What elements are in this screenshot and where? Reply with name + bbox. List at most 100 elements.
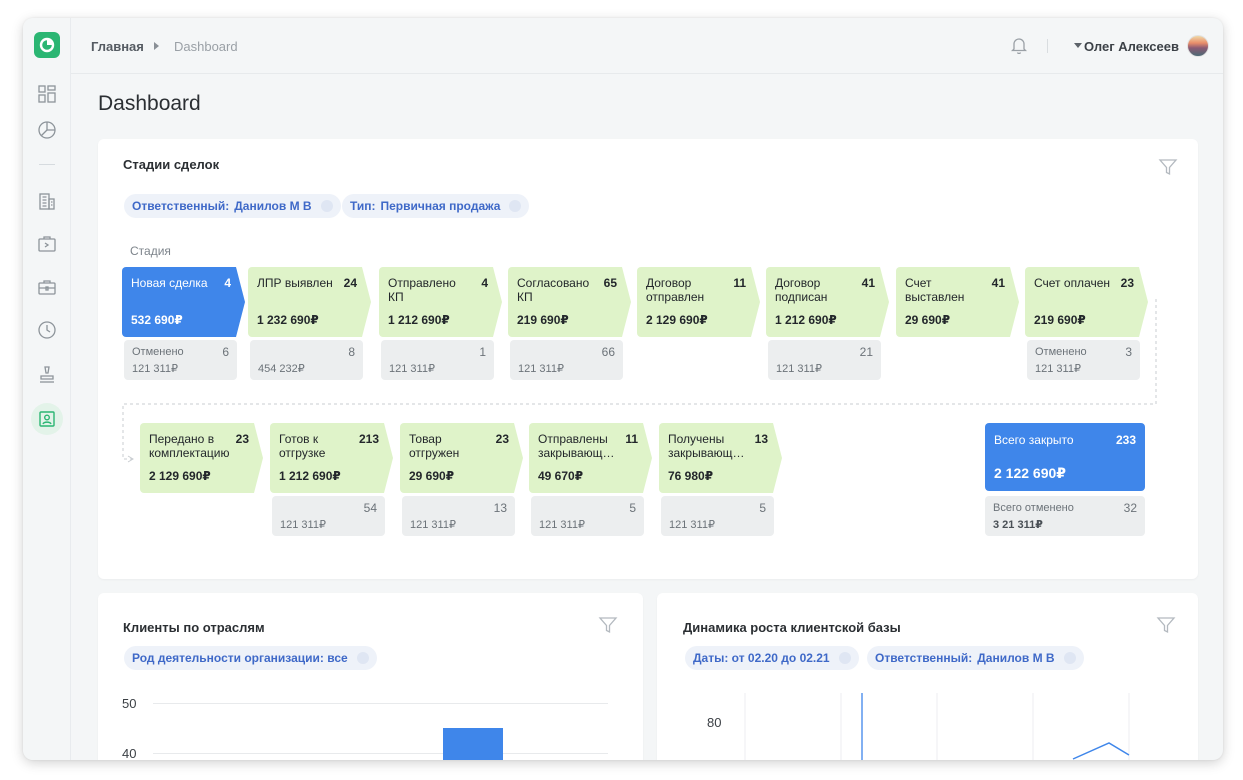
stage-card[interactable]: Отправлено КП 4 1 212 690₽ [379, 267, 502, 337]
filter-icon[interactable] [1158, 157, 1178, 177]
stage-name: Договор отправлен [646, 276, 705, 304]
stage-sum: 219 690₽ [517, 313, 569, 327]
contact-card-icon[interactable] [31, 403, 63, 435]
filter-chip-dates[interactable]: Даты: от 02.20 до 02.21 [685, 646, 859, 670]
stage-card[interactable]: Согласовано КП 65 219 690₽ [508, 267, 631, 337]
cancelled-count: 6 [222, 345, 229, 359]
stage-card[interactable]: Отправлены закрывающ… 11 49 670₽ [529, 423, 652, 493]
notification-bell-icon[interactable] [1010, 36, 1028, 59]
stage-name: Отправлены закрывающ… [538, 432, 615, 460]
building-icon[interactable] [35, 189, 59, 213]
user-name[interactable]: Олег Алексеев [1084, 39, 1179, 54]
stage-card[interactable]: ЛПР выявлен 24 1 232 690₽ [248, 267, 371, 337]
stamp-icon[interactable] [35, 362, 59, 386]
filter-icon[interactable] [598, 615, 618, 635]
stage-name: Товар отгружен [409, 432, 460, 460]
stage-card[interactable]: Договор отправлен 11 2 129 690₽ [637, 267, 760, 337]
chip-label: Ответственный: [132, 199, 230, 213]
cancelled-sum: 454 232₽ [258, 363, 305, 375]
total-closed-card[interactable]: Всего закрыто 233 2 122 690₽ [985, 423, 1145, 491]
page-title: Dashboard [98, 92, 201, 115]
chip-remove-icon[interactable] [509, 200, 522, 212]
cancelled-sum: 121 311₽ [1035, 363, 1081, 375]
chip-remove-icon[interactable] [356, 652, 369, 664]
stage-count: 23 [235, 432, 249, 446]
stage-cancelled-box: 1 121 311₽ [381, 340, 494, 380]
breadcrumb-current: Dashboard [174, 39, 238, 54]
client-growth-card: Динамика роста клиентской базы Даты: от … [657, 593, 1198, 760]
stage-card[interactable]: Счет оплачен 23 219 690₽ [1025, 267, 1148, 337]
y-tick-label: 80 [707, 715, 722, 730]
chip-remove-icon[interactable] [1063, 652, 1076, 664]
stage-count: 4 [481, 276, 488, 290]
growth-line-chart [744, 693, 1130, 760]
stage-name: Готов к отгрузке [279, 432, 326, 460]
gridline [153, 703, 608, 704]
stage-count: 24 [343, 276, 357, 290]
stage-card[interactable]: Новая сделка 4 532 690₽ [122, 267, 245, 337]
stage-card[interactable]: Счет выставлен 41 29 690₽ [896, 267, 1019, 337]
pie-chart-icon[interactable] [35, 118, 59, 142]
terminal-folder-icon[interactable] [35, 232, 59, 256]
stage-count: 41 [991, 276, 1005, 290]
filter-chip-responsible[interactable]: Ответственный: Данилов М В [124, 194, 341, 218]
cancelled-count: 5 [759, 501, 766, 515]
y-tick-label: 50 [122, 696, 137, 711]
stage-sum: 29 690₽ [905, 313, 951, 327]
filter-chip-industry[interactable]: Род деятельности организации: все [124, 646, 377, 670]
stage-name: Новая сделка [131, 276, 208, 290]
bar[interactable] [443, 728, 503, 760]
sidebar [23, 18, 71, 760]
filter-chip-type[interactable]: Тип: Первичная продажа [342, 194, 530, 218]
stage-cancelled-box: 5 121 311₽ [531, 496, 644, 536]
stage-count: 65 [603, 276, 617, 290]
stage-name: Передано в комплектацию [149, 432, 230, 460]
stage-count: 213 [358, 432, 379, 446]
briefcase-icon[interactable] [35, 275, 59, 299]
stage-card[interactable]: Товар отгружен 23 29 690₽ [400, 423, 523, 493]
stage-count: 23 [495, 432, 509, 446]
chip-remove-icon[interactable] [320, 200, 333, 212]
stage-sum: 219 690₽ [1034, 313, 1086, 327]
stage-column-label: Стадия [130, 244, 171, 258]
stage-sum: 532 690₽ [131, 313, 183, 327]
filter-icon[interactable] [1156, 615, 1176, 635]
total-cancelled-label: Всего отменено [993, 502, 1074, 514]
cancelled-sum: 121 311₽ [389, 363, 435, 375]
gridline [153, 753, 608, 754]
stage-count: 23 [1120, 276, 1134, 290]
avatar[interactable] [1187, 35, 1209, 57]
sidebar-divider [39, 164, 55, 165]
stage-card[interactable]: Договор подписан 41 1 212 690₽ [766, 267, 889, 337]
stage-count: 11 [733, 276, 746, 290]
cancelled-sum: 121 311₽ [410, 519, 456, 531]
app-window: Главная Dashboard Олег Алексеев Dashboar… [23, 18, 1223, 760]
chip-remove-icon[interactable] [838, 652, 851, 664]
stage-sum: 2 129 690₽ [149, 469, 211, 483]
stage-cancelled-box: 54 121 311₽ [272, 496, 385, 536]
stage-card[interactable]: Получены закрывающ… 13 76 980₽ [659, 423, 782, 493]
breadcrumb-separator-icon [154, 42, 159, 50]
dashboard-icon[interactable] [35, 82, 59, 106]
total-closed-count: 233 [1115, 433, 1136, 447]
cancelled-sum: 121 311₽ [669, 519, 715, 531]
stage-card[interactable]: Передано в комплектацию 23 2 129 690₽ [140, 423, 263, 493]
stage-name: Договор подписан [775, 276, 828, 304]
user-menu-caret-icon[interactable] [1074, 43, 1082, 48]
clock-icon[interactable] [35, 318, 59, 342]
chip-value: Данилов М В [977, 651, 1055, 665]
cancelled-count: 66 [601, 345, 615, 359]
header-divider [1047, 39, 1048, 53]
cancelled-count: 5 [629, 501, 636, 515]
app-logo[interactable] [34, 32, 60, 58]
cancelled-sum: 121 311₽ [280, 519, 326, 531]
stage-cancelled-box: 21 121 311₽ [768, 340, 881, 380]
filter-chip-responsible[interactable]: Ответственный: Данилов М В [867, 646, 1084, 670]
stage-name: Счет оплачен [1034, 276, 1111, 290]
stage-card[interactable]: Готов к отгрузке 213 1 212 690₽ [270, 423, 393, 493]
total-closed-sum: 2 122 690₽ [994, 465, 1067, 481]
breadcrumb-home[interactable]: Главная [91, 39, 144, 54]
stage-sum: 1 212 690₽ [279, 469, 341, 483]
total-cancelled-card: Всего отменено 32 3 21 311₽ [985, 496, 1145, 536]
top-bar: Главная Dashboard Олег Алексеев [71, 18, 1223, 74]
